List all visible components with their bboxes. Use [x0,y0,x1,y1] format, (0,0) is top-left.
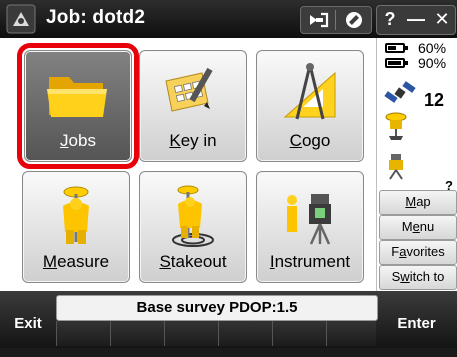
satellite-icon[interactable] [383,78,417,108]
measure-tile[interactable]: Measure [22,171,130,283]
title-bar: Job: dotd2 ? — ✕ [0,0,457,38]
tile-label: Instrument [269,252,351,271]
divider [335,10,336,30]
title-action-group [300,6,372,34]
window-buttons: ? — ✕ [376,5,456,35]
softkey-slot[interactable] [56,321,110,346]
exit-button[interactable]: Exit [0,291,56,348]
menu-button[interactable]: Menu [379,215,457,240]
softkey-slot[interactable] [272,321,326,346]
jobs-tile[interactable]: Jobs [17,43,139,169]
keyboard-sheet-icon [158,59,228,129]
tile-label: Stakeout [159,252,227,271]
radio-icon[interactable] [385,152,407,180]
page-title: Job: dotd2 [46,7,146,28]
compass-icon [275,59,345,129]
minimize-button[interactable]: — [403,6,429,34]
surveyor-icon [41,180,111,250]
tile-label: Jobs [60,131,96,150]
gnss-receiver-icon[interactable] [385,112,407,142]
stakeout-icon [158,180,228,250]
enter-button[interactable]: Enter [376,291,457,348]
cogo-tile[interactable]: Cogo [256,50,364,162]
status-line: Base survey PDOP:1.5 [56,295,378,321]
switch-to-button[interactable]: Switch to [379,265,457,290]
tile-label: Measure [42,252,110,271]
battery-icon [385,58,408,68]
softkey-slot[interactable] [326,321,376,346]
softkey-slot[interactable] [110,321,164,346]
folder-icon [43,59,113,129]
satellite-count: 12 [424,90,445,110]
instrument-tile[interactable]: Instrument [256,171,364,283]
main-menu: Jobs Key in Cogo Measure Stakeout Instru… [0,38,376,291]
softkey-slot[interactable] [218,321,272,346]
no-entry-icon[interactable] [337,7,371,33]
trimble-logo-icon[interactable] [6,4,36,34]
back-arrow-icon[interactable] [301,7,335,33]
status-panel: 60% 90% 12 ? Map Menu Favorites Switch t… [376,38,457,291]
battery-1: 60% [381,40,457,56]
tile-label: Key in [169,131,217,150]
softkey-slot[interactable] [164,321,218,346]
instrument-icon [275,180,345,250]
key-in-tile[interactable]: Key in [139,50,247,162]
favorites-button[interactable]: Favorites [379,240,457,265]
tile-label: Cogo [289,131,331,150]
stakeout-tile[interactable]: Stakeout [139,171,247,283]
battery-icon [385,43,408,53]
map-button[interactable]: Map [379,190,457,215]
close-button[interactable]: ✕ [429,6,455,34]
battery-2: 90% [381,55,457,71]
help-button[interactable]: ? [377,6,403,34]
